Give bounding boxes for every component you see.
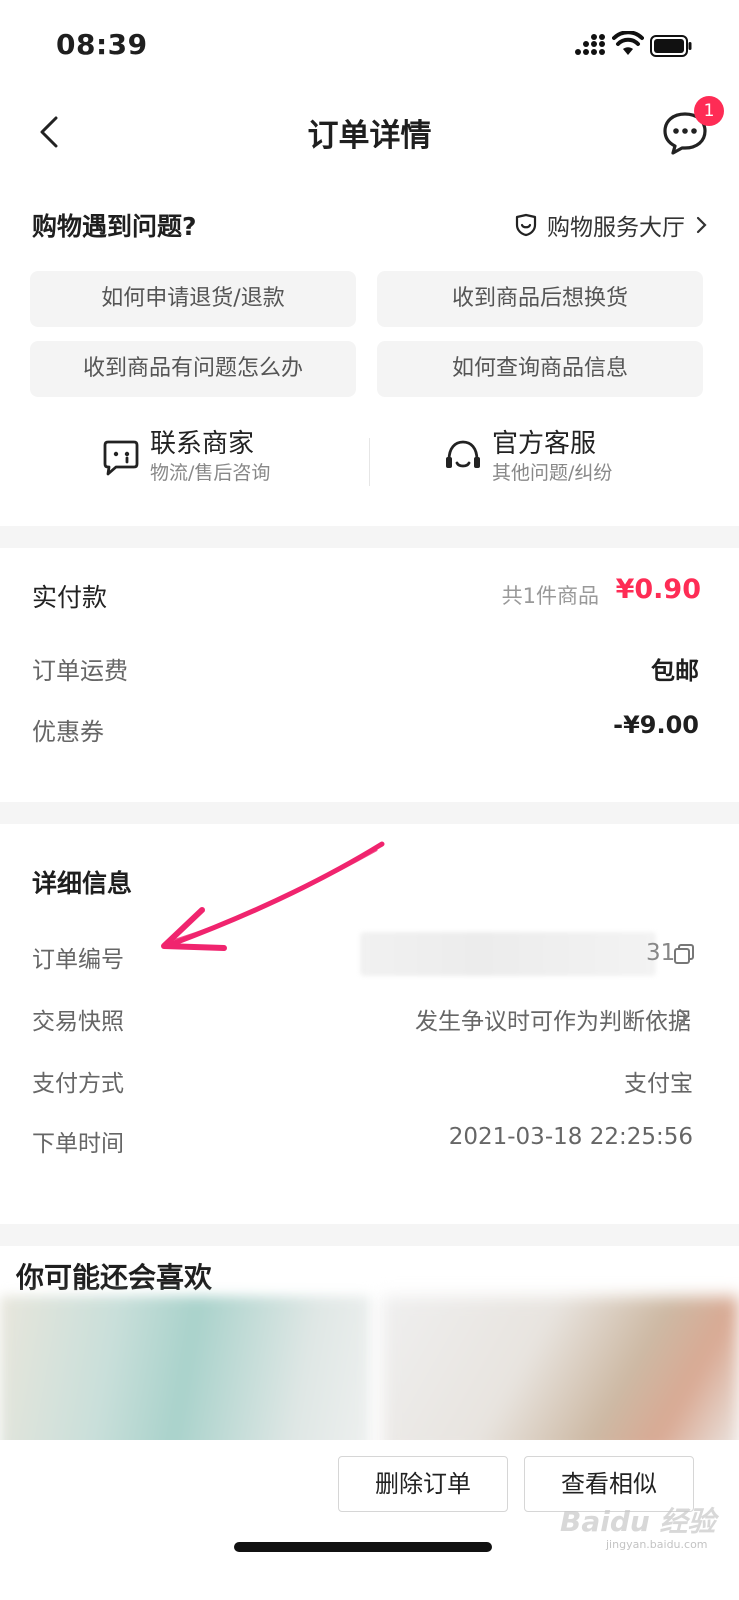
shipping-value: 包邮 [651, 657, 699, 685]
service-hall-link[interactable]: 购物服务大厅 [513, 208, 709, 242]
pay-method-label: 支付方式 [32, 1071, 124, 1097]
battery-icon [650, 35, 692, 57]
service-hall-label: 购物服务大厅 [547, 215, 685, 241]
order-number-tail: 31 [646, 940, 676, 966]
contact-merchant-title: 联系商家 [150, 429, 255, 459]
order-number-label: 订单编号 [32, 947, 124, 973]
paid-label: 实付款 [32, 583, 108, 612]
paid-amount: ¥0.90 [615, 574, 701, 605]
coupon-value: -¥9.00 [613, 711, 699, 739]
order-number-redacted [360, 932, 656, 976]
watermark-url: jingyan.baidu.com [606, 1538, 708, 1551]
snapshot-link[interactable]: 发生争议时可作为判断依据 [415, 1002, 691, 1036]
delete-order-button[interactable]: 删除订单 [338, 1456, 508, 1512]
page-title: 订单详情 [307, 118, 432, 154]
shipping-label: 订单运费 [32, 657, 128, 685]
faq-product-info[interactable]: 如何查询商品信息 [377, 341, 703, 397]
status-time: 08:39 [56, 28, 148, 61]
order-time-label: 下单时间 [32, 1131, 124, 1157]
item-count: 共1件商品 [501, 584, 599, 608]
home-indicator[interactable] [234, 1542, 492, 1552]
chevron-right-icon [696, 216, 707, 234]
message-count-badge: 1 [694, 96, 724, 126]
snapshot-label: 交易快照 [32, 1009, 124, 1035]
contact-divider [369, 438, 370, 486]
recommend-title: 你可能还会喜欢 [16, 1261, 213, 1294]
pay-method-value: 支付宝 [624, 1071, 693, 1097]
recommended-product-image[interactable] [0, 1296, 370, 1456]
faq-product-problem[interactable]: 收到商品有问题怎么办 [30, 341, 356, 397]
help-title: 购物遇到问题? [32, 212, 197, 241]
faq-exchange[interactable]: 收到商品后想换货 [377, 271, 703, 327]
contact-merchant-button[interactable]: 联系商家 物流/售后咨询 [100, 424, 270, 490]
faq-return-refund[interactable]: 如何申请退货/退款 [30, 271, 356, 327]
coupon-label: 优惠券 [32, 718, 104, 746]
nav-bar: 订单详情 1 [0, 88, 739, 176]
contact-merchant-subtitle: 物流/售后咨询 [150, 462, 271, 484]
detail-title: 详细信息 [32, 869, 133, 898]
wifi-icon [612, 31, 644, 55]
order-time-value: 2021-03-18 22:25:56 [448, 1124, 693, 1150]
official-support-subtitle: 其他问题/纠纷 [492, 462, 613, 484]
bottom-action-bar: 删除订单 查看相似 Baidu 经验 jingyan.baidu.com [0, 1440, 739, 1600]
official-support-title: 官方客服 [492, 429, 597, 459]
merchant-chat-icon [103, 440, 139, 476]
order-detail-card: 详细信息 订单编号 31 交易快照 发生争议时可作为判断依据 支付方式 支付宝 … [0, 824, 739, 1224]
official-support-button[interactable]: 官方客服 其他问题/纠纷 [442, 424, 612, 490]
recommended-product-image[interactable] [382, 1296, 739, 1456]
status-bar: 08:39 [0, 0, 739, 88]
service-shield-icon [515, 213, 537, 237]
help-card: 购物遇到问题? 购物服务大厅 如何申请退货/退款 收到商品后想换货 收到商品有问… [0, 176, 739, 526]
headset-icon [446, 440, 480, 468]
payment-card: 实付款 共1件商品 ¥0.90 订单运费 包邮 优惠券 -¥9.00 [0, 548, 739, 802]
copy-icon[interactable] [672, 942, 696, 966]
chevron-right-icon [679, 1009, 689, 1025]
watermark-logo: Baidu 经验 [560, 1505, 716, 1538]
cellular-signal-icon [575, 34, 605, 55]
